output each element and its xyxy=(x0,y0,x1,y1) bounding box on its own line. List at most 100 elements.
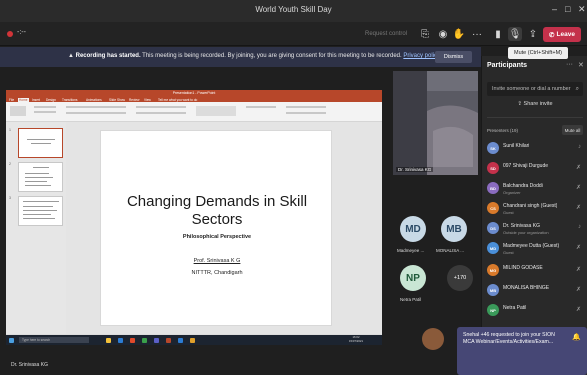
participant-tile-md[interactable]: MD xyxy=(400,216,426,242)
maximize-icon[interactable]: □ xyxy=(565,4,570,14)
participant-row[interactable]: NP Netra Patil ✗ xyxy=(487,302,583,320)
paste-icon[interactable] xyxy=(10,106,26,116)
more-options-icon[interactable]: ··· xyxy=(470,27,484,41)
video-name-label: Dr. Srinivasa KG xyxy=(396,167,434,172)
presenters-header[interactable]: Presenters (19) xyxy=(487,128,518,133)
shapes-gallery[interactable] xyxy=(196,106,236,116)
share-screen-icon[interactable]: ⇪ xyxy=(526,27,540,41)
arrange-controls[interactable] xyxy=(246,106,276,108)
font-controls[interactable] xyxy=(66,112,126,114)
edge-icon[interactable] xyxy=(118,337,123,343)
mic-off-icon: ✗ xyxy=(575,205,581,211)
paragraph-controls[interactable] xyxy=(136,106,186,108)
windows-start-icon[interactable] xyxy=(9,337,14,343)
file-explorer-icon[interactable] xyxy=(106,337,111,343)
slide-thumbnail[interactable] xyxy=(18,162,63,192)
join-request-notification[interactable]: Snehal +46 requested to join your SION M… xyxy=(457,327,587,375)
thumb-number: 2 xyxy=(9,162,11,166)
panel-close-icon[interactable]: ✕ xyxy=(578,61,584,69)
app-icon[interactable] xyxy=(130,337,135,343)
notification-text: Snehal +46 requested to join your SION M… xyxy=(463,332,555,345)
taskbar-search[interactable]: Type here to search xyxy=(19,337,89,343)
powerpoint-icon[interactable] xyxy=(166,337,171,343)
more-participants-chip[interactable]: +170 xyxy=(447,265,473,291)
ppt-tab-file[interactable]: File xyxy=(9,98,14,102)
raise-hand-icon[interactable]: ✋ xyxy=(452,27,466,41)
share-invite-button[interactable]: ⇪ Share invite xyxy=(482,101,587,107)
ppt-tab-insert[interactable]: Insert xyxy=(32,98,40,102)
avatar: SD xyxy=(487,162,499,174)
minimize-icon[interactable]: – xyxy=(552,4,557,14)
share-tray-icon[interactable]: ⎘ xyxy=(418,27,432,41)
participant-tile-mb[interactable]: MB xyxy=(441,216,467,242)
ppt-tab-design[interactable]: Design xyxy=(46,98,56,102)
app-icon[interactable] xyxy=(142,337,147,343)
participant-name: Netra Patil xyxy=(503,305,527,311)
self-video-avatar xyxy=(422,328,444,350)
mute-all-button[interactable]: Mute all xyxy=(562,125,583,135)
leave-label: Leave xyxy=(556,31,575,38)
participant-row[interactable]: MD Madmeyee Dutta (Guest) Guest ✗ xyxy=(487,240,583,258)
participant-row[interactable]: CS Chandrani singh (Guest) Guest ✗ xyxy=(487,200,583,218)
app-icon[interactable] xyxy=(190,337,195,343)
slide-thumbnail[interactable] xyxy=(18,196,63,226)
close-icon[interactable]: ✕ xyxy=(578,4,586,15)
slide-canvas: Changing Demands in Skill Sectors Philos… xyxy=(66,122,382,334)
mic-icon[interactable]: 🎙 xyxy=(508,27,522,41)
participant-name: Chandrani singh (Guest) xyxy=(503,203,558,209)
participant-row[interactable]: MB MONALISA BHINGE ✗ xyxy=(487,282,583,300)
presenter-video[interactable]: Dr. Srinivasa KG xyxy=(393,71,478,175)
ppt-tab-animations[interactable]: Animations xyxy=(86,98,102,102)
participant-name: Balchandra Doddi xyxy=(503,183,543,189)
font-controls[interactable] xyxy=(66,106,126,108)
camera-icon[interactable]: ◉ xyxy=(436,27,450,41)
video-off-icon[interactable]: ▮ xyxy=(491,27,505,41)
clock-date: 15/07/2021 xyxy=(349,338,363,343)
avatar: DS xyxy=(487,222,499,234)
request-control-button[interactable]: Request control xyxy=(365,31,407,37)
tile-label: Madmeyee ... xyxy=(397,248,425,253)
avatar: MD xyxy=(487,242,499,254)
participant-row[interactable]: BD Balchandra Doddi Organizer ✗ xyxy=(487,180,583,198)
panel-more-icon[interactable]: ··· xyxy=(566,61,573,68)
participant-tile-np[interactable]: NP xyxy=(400,265,426,291)
current-slide[interactable]: Changing Demands in Skill Sectors Philos… xyxy=(100,130,332,326)
slide-thumbnails: 1 2 3 xyxy=(6,122,66,334)
editing-controls[interactable] xyxy=(286,106,326,108)
participant-role: Guest xyxy=(503,210,514,215)
avatar: MB xyxy=(487,284,499,296)
ppt-tab-view[interactable]: View xyxy=(144,98,151,102)
participant-role: Guest xyxy=(503,250,514,255)
invite-input[interactable]: Invite someone or dial a number ⌕ xyxy=(487,82,583,96)
ppt-tab-review[interactable]: Review xyxy=(129,98,139,102)
slide-institution: NITTTR, Chandigarh xyxy=(191,270,243,276)
participant-row[interactable]: DS Dr. Srinivasa KG Outside your organiz… xyxy=(487,220,583,238)
mic-off-icon: ✗ xyxy=(575,267,581,273)
participant-row[interactable]: SD 097 Shivaji Durgude ✗ xyxy=(487,160,583,178)
ppt-tell-me[interactable]: Tell me what you want to do xyxy=(158,98,197,102)
ppt-tab-home[interactable]: Home xyxy=(18,97,29,102)
mic-off-icon: ✗ xyxy=(575,287,581,293)
paragraph-controls[interactable] xyxy=(136,112,186,114)
editing-controls[interactable] xyxy=(286,112,326,114)
title-bar: World Youth Skill Day – □ ✕ xyxy=(0,0,587,22)
word-icon[interactable] xyxy=(178,337,183,343)
avatar: MG xyxy=(487,264,499,276)
participant-row[interactable]: MG MILIND GODASE ✗ xyxy=(487,262,583,280)
ppt-tab-slideshow[interactable]: Slide Show xyxy=(109,98,125,102)
avatar: BD xyxy=(487,182,499,194)
invite-placeholder: Invite someone or dial a number xyxy=(492,86,571,92)
thumb-number: 1 xyxy=(9,128,11,132)
dismiss-button[interactable]: Dismiss xyxy=(435,51,472,63)
participant-name: Sunil Khilari xyxy=(503,143,530,149)
banner-message: ▲ Recording has started. This meeting is… xyxy=(68,53,440,59)
slide-subtitle: Philosophical Perspective xyxy=(182,234,252,240)
panel-title: Participants xyxy=(487,62,528,69)
teams-icon[interactable] xyxy=(154,337,159,343)
ribbon-group xyxy=(34,111,56,113)
participant-row[interactable]: SK Sunil Khilari ♪ xyxy=(487,140,583,158)
leave-button[interactable]: ✆ Leave xyxy=(543,27,581,42)
thumb-number: 3 xyxy=(9,196,11,200)
ppt-tab-transitions[interactable]: Transitions xyxy=(62,98,77,102)
slide-thumbnail[interactable] xyxy=(18,128,63,158)
